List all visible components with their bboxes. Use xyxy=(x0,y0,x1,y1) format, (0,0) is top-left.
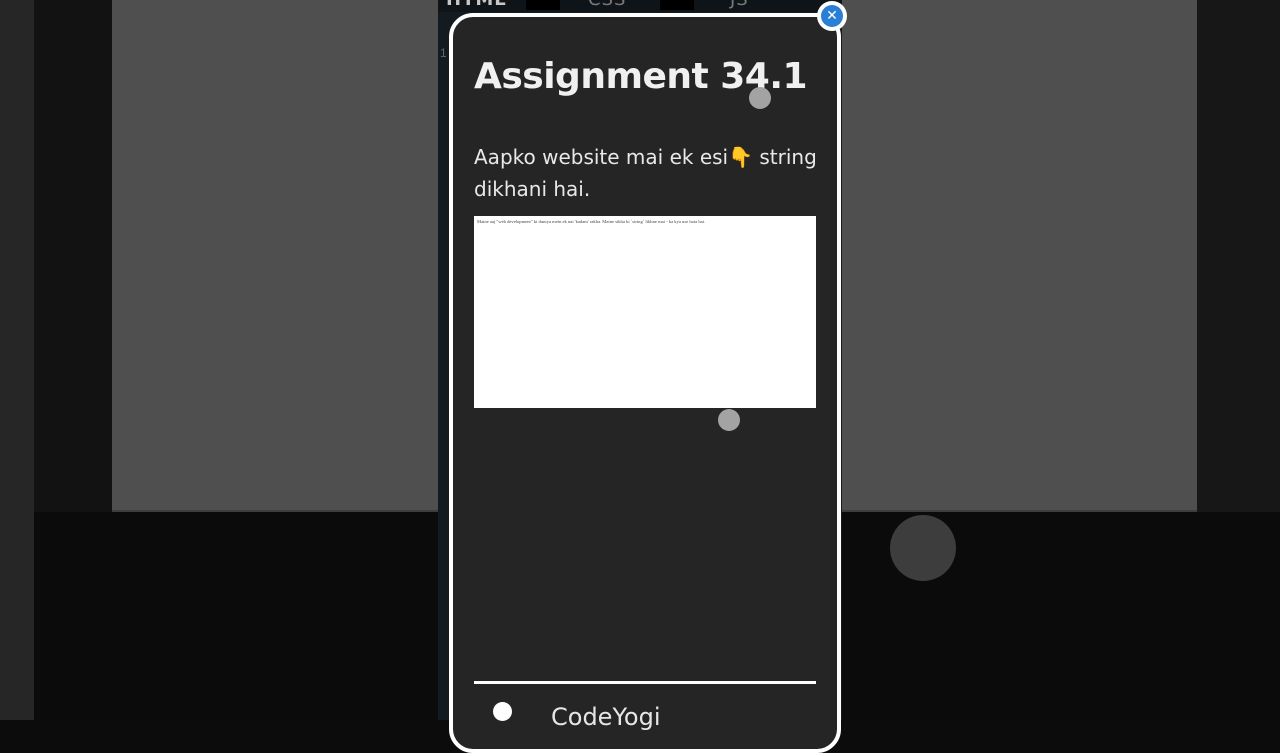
close-icon[interactable]: ✕ xyxy=(821,5,843,27)
output-preview: Maine aaj "web development" ki duniya me… xyxy=(474,216,816,408)
preview-text: Maine aaj "web development" ki duniya me… xyxy=(477,219,706,224)
tab-divider xyxy=(526,0,560,10)
line-number: 1 xyxy=(440,46,447,60)
brand-dot-icon xyxy=(493,702,512,721)
tab-js[interactable]: JS xyxy=(730,0,749,10)
brand-name: CodeYogi xyxy=(551,703,661,731)
divider xyxy=(474,681,816,684)
touch-indicator xyxy=(718,409,740,431)
close-button[interactable]: ✕ xyxy=(817,1,847,31)
background-touch-circle xyxy=(890,515,956,581)
assignment-description: Aapko website mai ek esi👇 string dikhani… xyxy=(474,145,817,201)
tab-html[interactable]: HTML xyxy=(446,0,507,10)
touch-indicator xyxy=(749,87,771,109)
background-left-panel xyxy=(0,0,34,720)
editor-tab-bar: HTML CSS JS xyxy=(438,0,842,12)
tab-css[interactable]: CSS xyxy=(588,0,626,10)
tab-divider xyxy=(660,0,694,10)
